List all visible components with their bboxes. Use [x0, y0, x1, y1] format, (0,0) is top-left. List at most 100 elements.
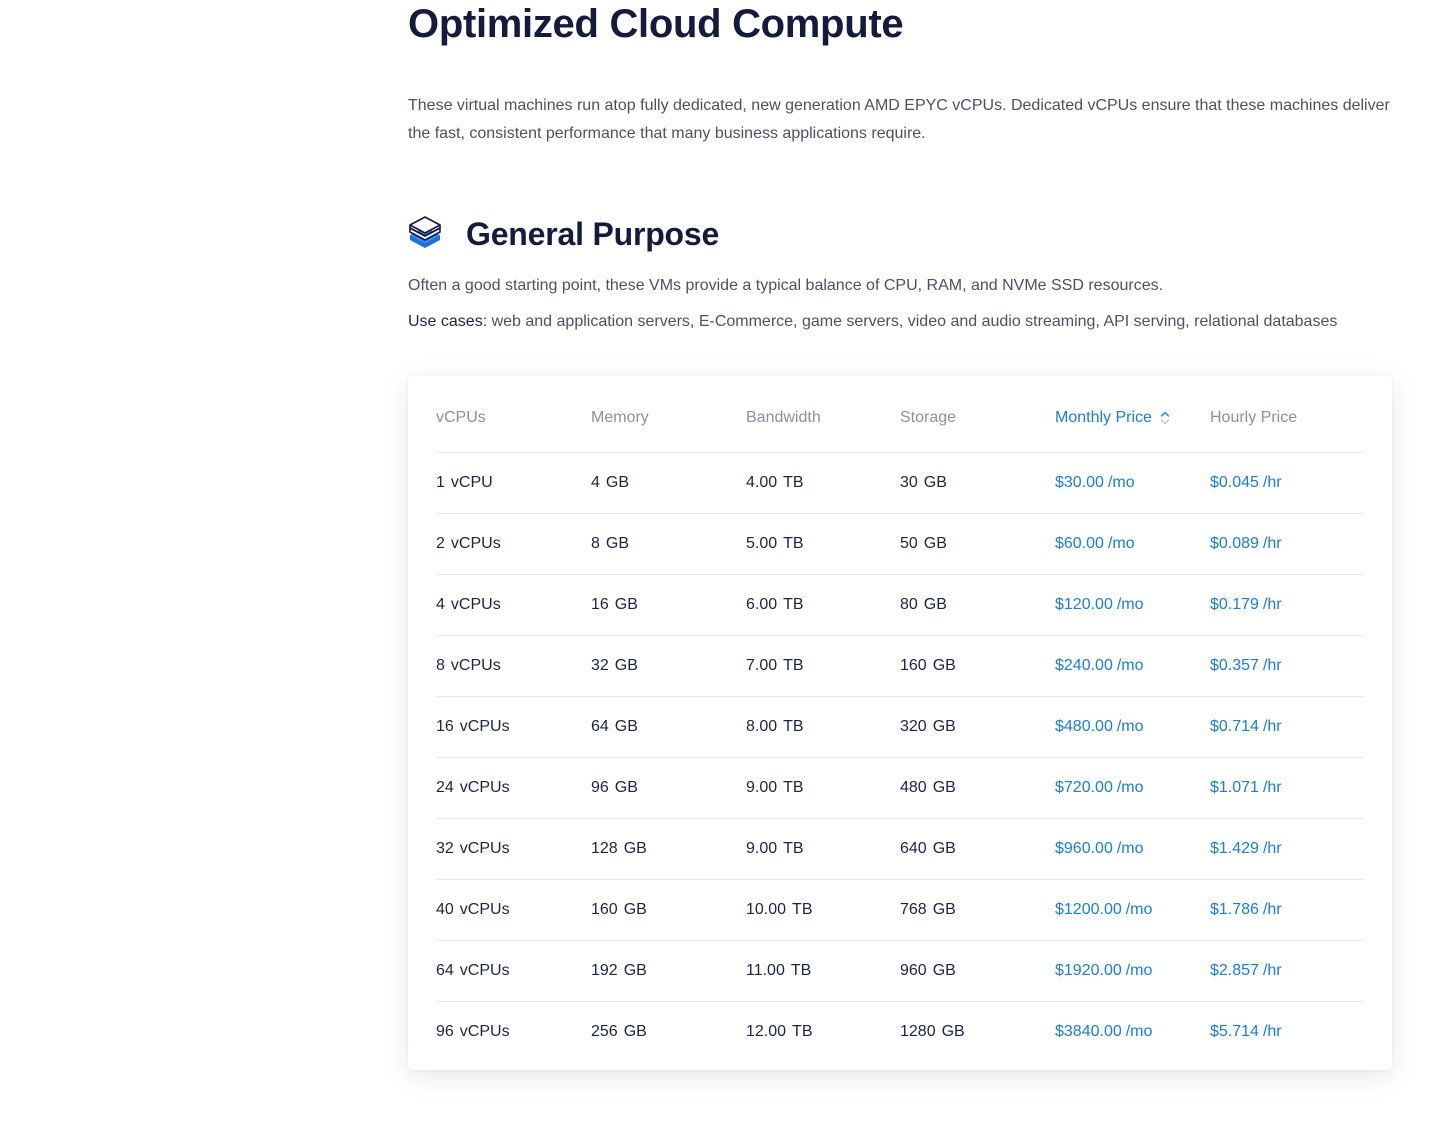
bandwidth-amount: 7.00: [746, 657, 778, 674]
cell-storage: 50 GB: [900, 513, 1055, 575]
bandwidth-unit: TB: [783, 718, 804, 735]
use-cases-text: web and application servers, E-Commerce,…: [487, 313, 1338, 330]
column-header-memory[interactable]: Memory: [591, 376, 746, 453]
cell-bandwidth: 7.00 TB: [746, 635, 900, 697]
memory-unit: GB: [623, 901, 647, 918]
table-row: 8 vCPUs 32 GB 7.00 TB 160 GB $240.00/mo $0.3…: [436, 635, 1364, 697]
memory-amount: 8: [591, 535, 600, 552]
hourly-unit: /hr: [1262, 474, 1282, 491]
bandwidth-amount: 6.00: [746, 596, 778, 613]
monthly-unit: /mo: [1116, 657, 1144, 674]
memory-amount: 128: [591, 840, 618, 857]
cell-storage: 30 GB: [900, 452, 1055, 514]
table-row: 40 vCPUs 160 GB 10.00 TB 768 GB $1200.00/mo …: [436, 879, 1364, 941]
hourly-unit: /hr: [1262, 657, 1282, 674]
memory-amount: 4: [591, 474, 600, 491]
cell-memory: 96 GB: [591, 757, 746, 819]
cell-storage: 768 GB: [900, 879, 1055, 941]
cell-hourly-price: $0.045/hr: [1210, 452, 1364, 514]
cell-vcpus: 8 vCPUs: [436, 635, 591, 697]
bandwidth-unit: TB: [783, 779, 804, 796]
table-row: 4 vCPUs 16 GB 6.00 TB 80 GB $120.00/mo $0.17…: [436, 574, 1364, 636]
cell-memory: 160 GB: [591, 879, 746, 941]
bandwidth-amount: 9.00: [746, 779, 778, 796]
vcpu-unit: vCPU: [450, 474, 493, 491]
bandwidth-unit: TB: [792, 1023, 813, 1040]
cell-bandwidth: 5.00 TB: [746, 513, 900, 575]
hourly-price: $0.045: [1210, 474, 1259, 491]
cell-storage: 320 GB: [900, 696, 1055, 758]
sort-chevron-icon[interactable]: [1160, 411, 1170, 425]
memory-amount: 32: [591, 657, 609, 674]
vcpu-unit: vCPUs: [459, 1023, 510, 1040]
vcpu-count: 96: [436, 1023, 454, 1040]
cell-bandwidth: 8.00 TB: [746, 696, 900, 758]
cell-storage: 960 GB: [900, 940, 1055, 1002]
vcpu-unit: vCPUs: [450, 657, 501, 674]
vcpu-unit: vCPUs: [459, 779, 510, 796]
cell-monthly-price: $30.00/mo: [1055, 452, 1210, 514]
cell-monthly-price: $120.00/mo: [1055, 574, 1210, 636]
memory-unit: GB: [614, 596, 638, 613]
bandwidth-unit: TB: [790, 962, 812, 979]
table-row: 2 vCPUs 8 GB 5.00 TB 50 GB $60.00/mo $0.089/…: [436, 513, 1364, 575]
column-header-hourly-price[interactable]: Hourly Price: [1210, 376, 1364, 453]
cell-bandwidth: 12.00 TB: [746, 1002, 900, 1063]
vcpu-unit: vCPUs: [459, 901, 510, 918]
monthly-unit: /mo: [1116, 779, 1144, 796]
bandwidth-unit: TB: [783, 596, 804, 613]
storage-amount: 30: [900, 474, 918, 491]
vcpu-count: 64: [436, 962, 454, 979]
cell-bandwidth: 9.00 TB: [746, 757, 900, 819]
bandwidth-amount: 4.00: [746, 474, 778, 491]
column-header-storage[interactable]: Storage: [900, 376, 1055, 453]
storage-amount: 480: [900, 779, 927, 796]
cell-monthly-price: $240.00/mo: [1055, 635, 1210, 697]
storage-unit: GB: [932, 779, 956, 796]
cell-vcpus: 24 vCPUs: [436, 757, 591, 819]
column-header-vcpus[interactable]: vCPUs: [436, 376, 591, 453]
storage-unit: GB: [932, 840, 956, 857]
cell-memory: 4 GB: [591, 452, 746, 514]
hourly-price: $0.179: [1210, 596, 1259, 613]
monthly-unit: /mo: [1116, 840, 1144, 857]
hourly-price: $1.786: [1210, 901, 1259, 918]
cell-memory: 192 GB: [591, 940, 746, 1002]
cell-hourly-price: $0.179/hr: [1210, 574, 1364, 636]
memory-unit: GB: [614, 779, 638, 796]
bandwidth-amount: 5.00: [746, 535, 778, 552]
vcpu-unit: vCPUs: [459, 840, 510, 857]
cell-memory: 256 GB: [591, 1002, 746, 1063]
storage-unit: GB: [923, 535, 947, 552]
bandwidth-unit: TB: [783, 474, 804, 491]
table-header-row: vCPUs Memory Bandwidth Storage Monthly P…: [436, 376, 1364, 453]
vcpu-unit: vCPUs: [450, 596, 501, 613]
column-header-monthly-price[interactable]: Monthly Price: [1055, 376, 1210, 453]
hourly-unit: /hr: [1262, 901, 1282, 918]
bandwidth-unit: TB: [783, 657, 804, 674]
memory-amount: 64: [591, 718, 609, 735]
bandwidth-unit: TB: [783, 535, 804, 552]
cell-storage: 480 GB: [900, 757, 1055, 819]
cell-vcpus: 40 vCPUs: [436, 879, 591, 941]
cell-storage: 80 GB: [900, 574, 1055, 636]
cell-hourly-price: $1.786/hr: [1210, 879, 1364, 941]
page-intro: These virtual machines run atop fully de…: [408, 97, 1390, 142]
table-body: 1 vCPU 4 GB 4.00 TB 30 GB $30.00/mo $0.045/h…: [436, 452, 1364, 1063]
hourly-unit: /hr: [1262, 779, 1282, 796]
cell-vcpus: 4 vCPUs: [436, 574, 591, 636]
memory-unit: GB: [614, 657, 638, 674]
cell-monthly-price: $60.00/mo: [1055, 513, 1210, 575]
pricing-table: vCPUs Memory Bandwidth Storage Monthly P…: [436, 376, 1364, 1062]
table-row: 16 vCPUs 64 GB 8.00 TB 320 GB $480.00/mo $0.…: [436, 696, 1364, 758]
monthly-price: $1200.00: [1055, 901, 1122, 918]
cell-monthly-price: $1920.00/mo: [1055, 940, 1210, 1002]
column-header-bandwidth[interactable]: Bandwidth: [746, 376, 900, 453]
cell-vcpus: 1 vCPU: [436, 452, 591, 514]
hourly-price: $2.857: [1210, 962, 1259, 979]
memory-amount: 160: [591, 901, 618, 918]
section-header: General Purpose: [408, 212, 719, 256]
page: Optimized Cloud Compute These virtual ma…: [0, 0, 1440, 1129]
hourly-unit: /hr: [1262, 962, 1282, 979]
memory-unit: GB: [605, 474, 630, 491]
